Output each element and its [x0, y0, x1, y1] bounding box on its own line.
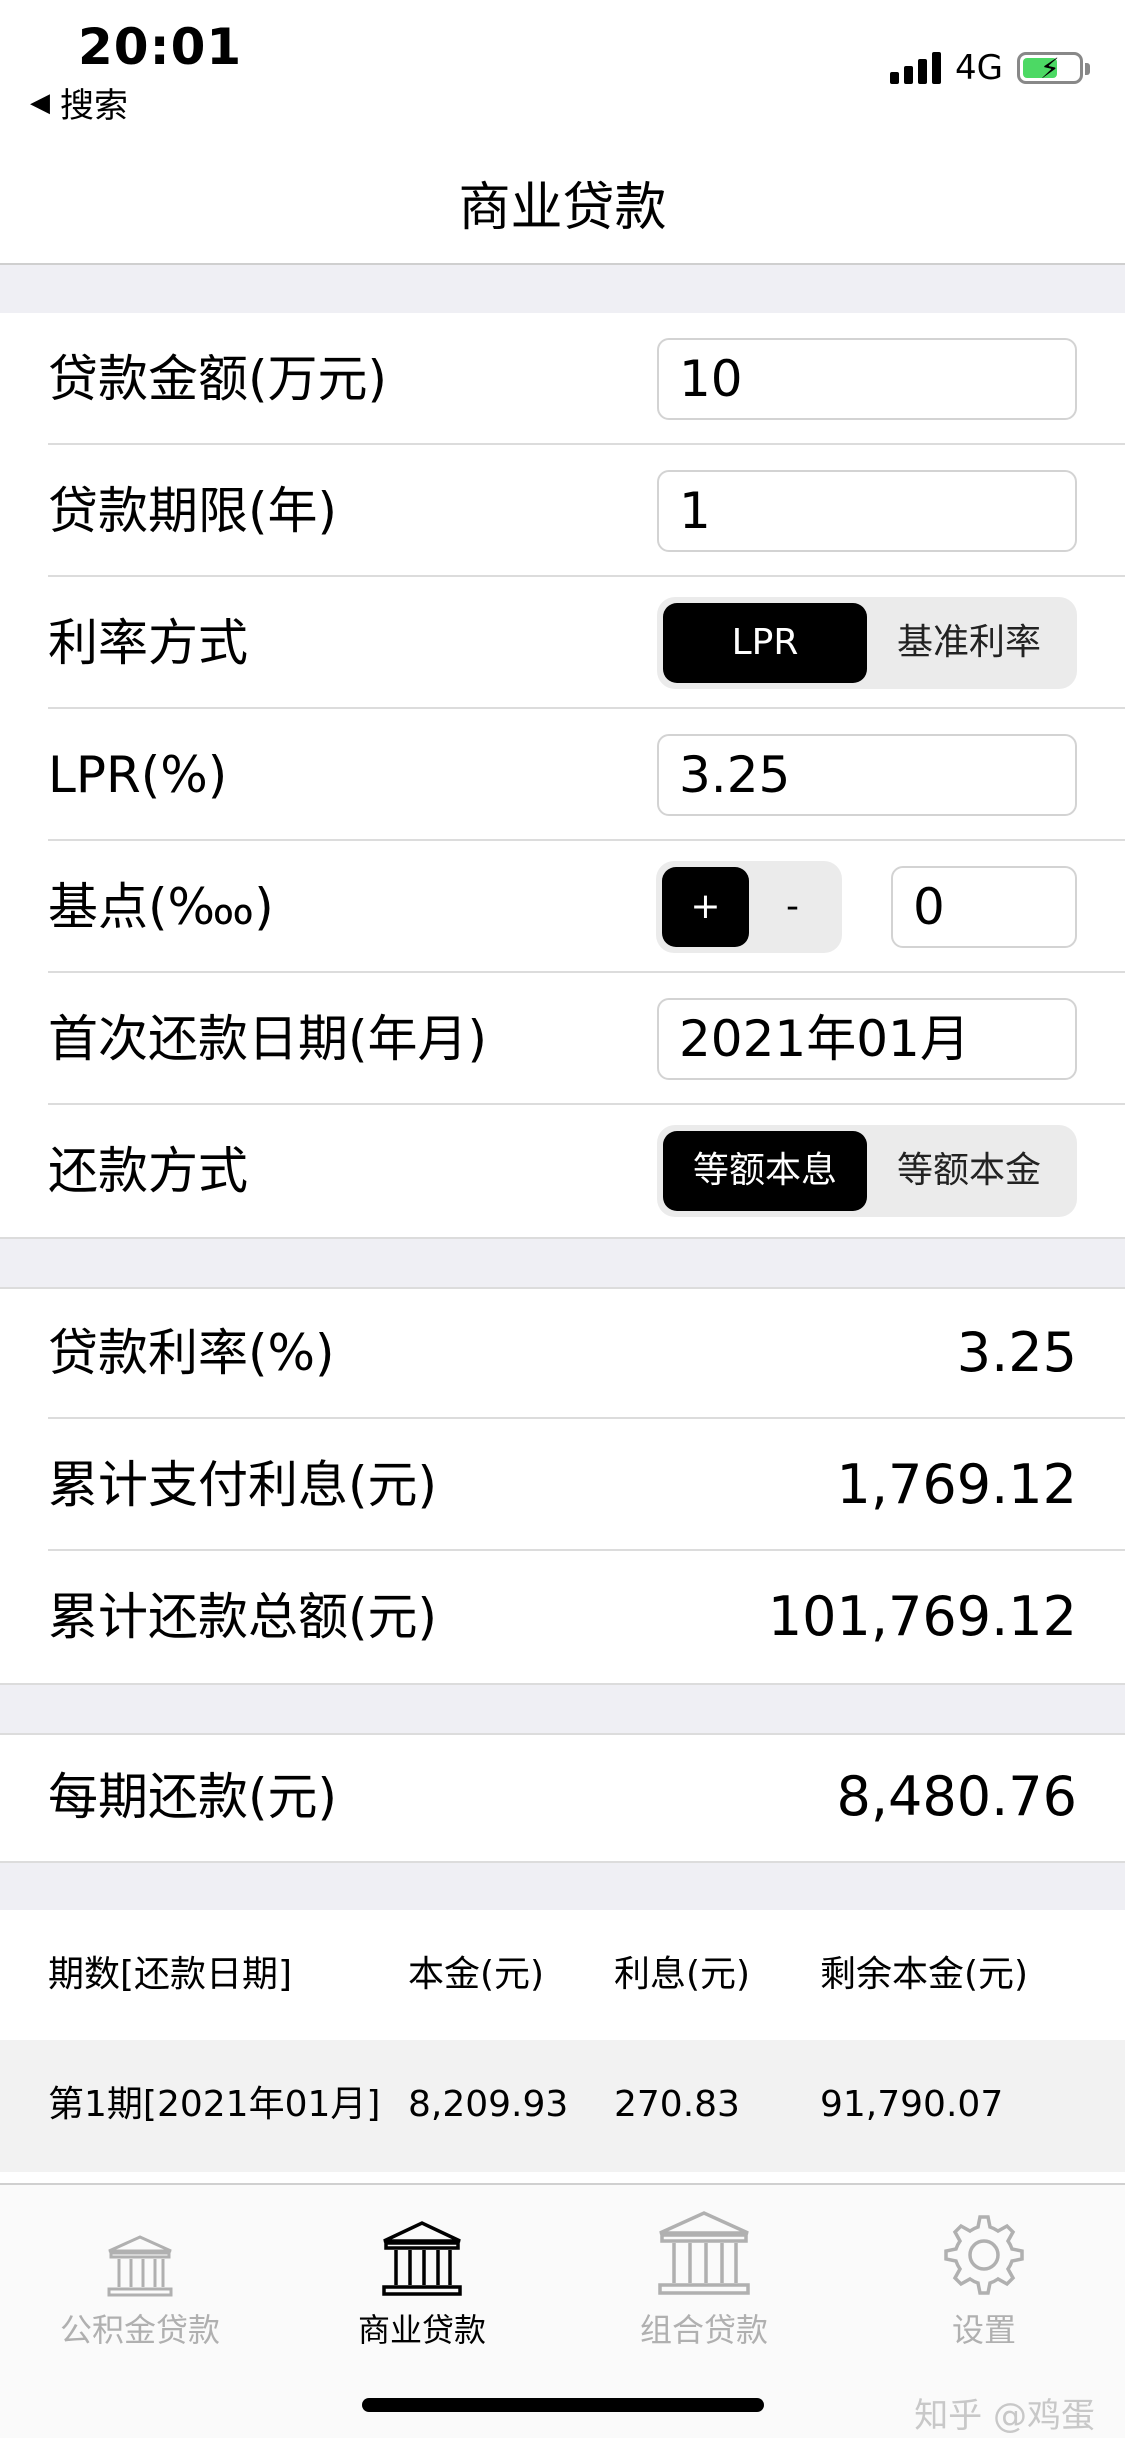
watermark-text: 知乎 @鸡蛋	[914, 2396, 1095, 2436]
tab-label: 组合贷款	[639, 2311, 768, 2349]
basis-point-plus-button[interactable]: +	[662, 867, 749, 947]
total-repayment-row: 累计还款总额(元) 101,769.12	[0, 1551, 1125, 1683]
table-row: 第1期[2021年01月] 8,209.93 270.83 91,790.07	[0, 2040, 1125, 2172]
repayment-mode-option-equal-principal[interactable]: 等额本金	[867, 1131, 1071, 1211]
gear-icon	[874, 2203, 1094, 2299]
basis-point-sign-control[interactable]: + -	[656, 861, 842, 953]
back-to-search[interactable]: ◀ 搜索	[30, 78, 128, 127]
loan-amount-row: 贷款金额(万元) 10	[0, 313, 1125, 445]
monthly-payment-label: 每期还款(元)	[48, 1768, 338, 1826]
rate-mode-segmented-control[interactable]: LPR 基准利率	[657, 597, 1077, 689]
repayment-mode-label: 还款方式	[48, 1142, 248, 1200]
total-interest-label: 累计支付利息(元)	[48, 1456, 438, 1514]
total-interest-value: 1,769.12	[836, 1453, 1077, 1516]
total-repayment-label: 累计还款总额(元)	[48, 1588, 438, 1646]
rate-mode-label: 利率方式	[48, 614, 248, 672]
row-interest: 270.83	[614, 2084, 740, 2125]
status-indicators: 4G ⚡	[890, 48, 1090, 88]
loan-rate-row: 贷款利率(%) 3.25	[0, 1287, 1125, 1419]
schedule-table-header: 期数[还款日期] 本金(元) 利息(元) 剩余本金(元)	[0, 1910, 1125, 2040]
tab-label: 公积金贷款	[59, 2311, 220, 2349]
bank-icon	[594, 2203, 814, 2299]
tab-commercial-loan[interactable]: 商业贷款	[312, 2203, 532, 2351]
section-gap	[0, 265, 1125, 313]
row-period: 第1期[2021年01月]	[48, 2084, 381, 2125]
basis-point-input[interactable]: 0	[891, 866, 1077, 948]
first-payment-date-input[interactable]: 2021年01月	[657, 998, 1077, 1080]
header-interest: 利息(元)	[614, 1954, 751, 1995]
tab-label: 设置	[951, 2311, 1016, 2349]
header-remaining: 剩余本金(元)	[820, 1954, 1029, 1995]
repayment-mode-segmented-control[interactable]: 等额本息 等额本金	[657, 1125, 1077, 1217]
lpr-row: LPR(%) 3.25	[0, 709, 1125, 841]
first-payment-date-row: 首次还款日期(年月) 2021年01月	[0, 973, 1125, 1105]
rate-mode-row: 利率方式 LPR 基准利率	[0, 577, 1125, 709]
loan-rate-value: 3.25	[956, 1321, 1077, 1384]
header-principal: 本金(元)	[408, 1954, 545, 1995]
tab-label: 商业贷款	[357, 2311, 486, 2349]
total-interest-row: 累计支付利息(元) 1,769.12	[0, 1419, 1125, 1551]
repayment-mode-row: 还款方式 等额本息 等额本金	[0, 1105, 1125, 1237]
basis-point-label: 基点(‱)	[48, 878, 274, 936]
section-gap	[0, 1861, 1125, 1912]
home-indicator[interactable]	[362, 2398, 764, 2412]
loan-rate-label: 贷款利率(%)	[48, 1324, 335, 1382]
basis-point-minus-button[interactable]: -	[749, 867, 836, 947]
status-time: 20:01	[78, 18, 243, 76]
back-label: 搜索	[60, 86, 128, 126]
page-title: 商业贷款	[458, 178, 667, 238]
lpr-label: LPR(%)	[48, 746, 228, 804]
back-triangle-icon: ◀	[30, 87, 50, 118]
tab-combined-loan[interactable]: 组合贷款	[594, 2203, 814, 2351]
lpr-input[interactable]: 3.25	[657, 734, 1077, 816]
basis-point-row: 基点(‱) + - 0	[0, 841, 1125, 973]
network-label: 4G	[955, 48, 1003, 88]
first-payment-date-label: 首次还款日期(年月)	[48, 1010, 488, 1068]
bank-icon	[30, 2203, 250, 2299]
loan-term-label: 贷款期限(年)	[48, 482, 338, 540]
battery-icon: ⚡	[1017, 52, 1090, 85]
section-gap	[0, 1237, 1125, 1289]
section-gap	[0, 1683, 1125, 1735]
monthly-payment-row: 每期还款(元) 8,480.76	[0, 1731, 1125, 1863]
header-period: 期数[还款日期]	[48, 1954, 293, 1995]
repayment-mode-option-equal-installment[interactable]: 等额本息	[663, 1131, 867, 1211]
tab-provident-fund-loan[interactable]: 公积金贷款	[30, 2203, 250, 2351]
row-remaining: 91,790.07	[820, 2084, 1004, 2125]
loan-amount-label: 贷款金额(万元)	[48, 350, 388, 408]
tab-settings[interactable]: 设置	[874, 2203, 1094, 2351]
loan-amount-input[interactable]: 10	[657, 338, 1077, 420]
monthly-payment-value: 8,480.76	[836, 1765, 1077, 1828]
row-principal: 8,209.93	[408, 2084, 569, 2125]
rate-mode-option-benchmark[interactable]: 基准利率	[867, 603, 1071, 683]
bank-icon	[312, 2203, 532, 2299]
signal-icon	[890, 52, 942, 84]
loan-term-input[interactable]: 1	[657, 470, 1077, 552]
loan-term-row: 贷款期限(年) 1	[0, 445, 1125, 577]
rate-mode-option-lpr[interactable]: LPR	[663, 603, 867, 683]
total-repayment-value: 101,769.12	[767, 1585, 1077, 1648]
